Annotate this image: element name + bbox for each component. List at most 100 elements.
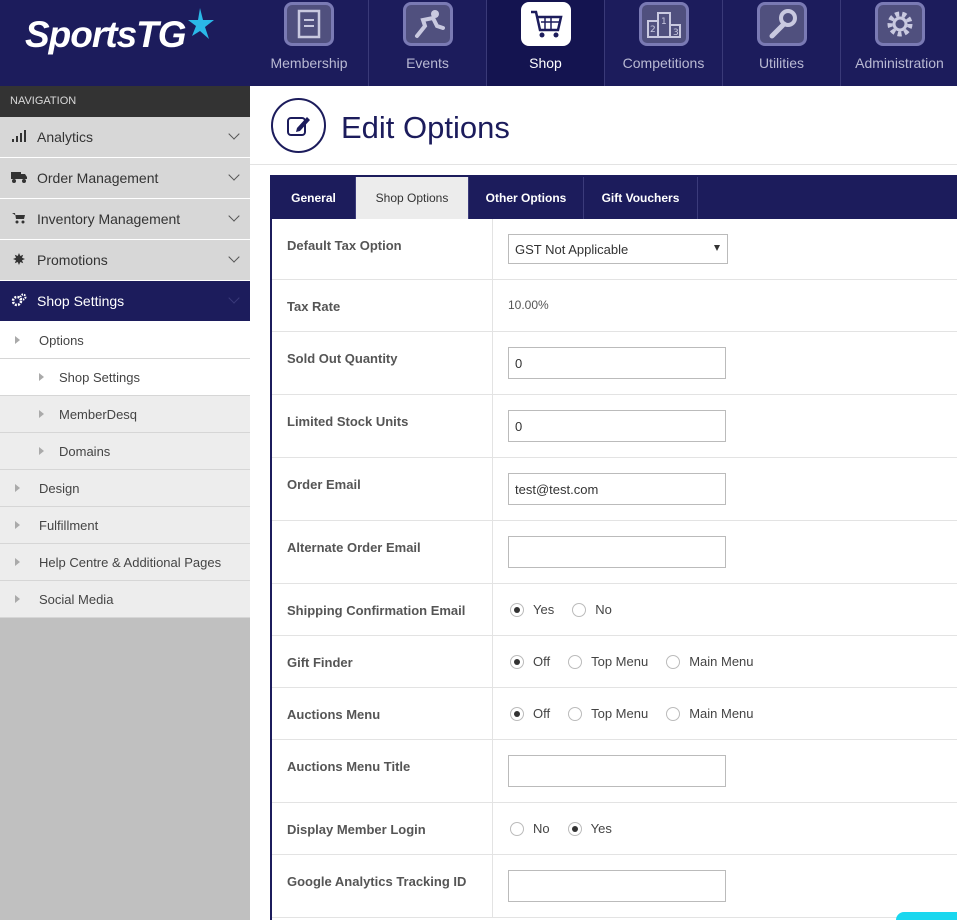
cart-icon [10, 212, 28, 227]
sidebar-sub-shop-settings[interactable]: Shop Settings [0, 359, 250, 396]
sidebar-item-analytics[interactable]: Analytics [0, 117, 250, 158]
field-label: Tax Rate [272, 280, 493, 331]
brand-logo-text: SportsTG [25, 14, 187, 55]
nav-administration-label: Administration [855, 55, 944, 71]
radio-button [572, 602, 587, 617]
radio-option[interactable]: Main Menu [666, 654, 754, 669]
radio-button [568, 706, 583, 721]
brand-logo[interactable]: SportsTG [0, 0, 250, 86]
sidebar-item-label: Inventory Management [37, 211, 181, 227]
sidebar-sub-label: Fulfillment [39, 517, 99, 533]
sidebar-sub-memberdesq[interactable]: MemberDesq [0, 396, 250, 433]
cogs-icon [10, 293, 28, 310]
sidebar-heading: NAVIGATION [0, 86, 250, 117]
order-email-input[interactable] [508, 473, 726, 505]
limited-stock-input[interactable] [508, 410, 726, 442]
shipping-confirmation-radio-group: Yes No [510, 602, 630, 617]
sidebar-item-promotions[interactable]: Promotions [0, 240, 250, 281]
radio-option[interactable]: Off [510, 706, 550, 721]
sold-out-quantity-input[interactable] [508, 347, 726, 379]
chevron-down-icon [228, 169, 240, 181]
bar-chart-icon [10, 129, 28, 145]
radio-button [510, 821, 524, 836]
radio-label: Top Menu [591, 706, 649, 721]
radio-option[interactable]: Top Menu [568, 706, 648, 721]
caret-right-icon [15, 484, 20, 492]
tab-bar: General Shop Options Other Options Gift … [272, 175, 957, 219]
form-row-limited-stock: Limited Stock Units [272, 395, 957, 458]
field-label: Auctions Menu [272, 688, 493, 739]
edit-pencil-icon [271, 98, 326, 153]
alternate-order-email-input[interactable] [508, 536, 726, 568]
field-label: Limited Stock Units [272, 395, 493, 457]
radio-option[interactable]: Yes [510, 602, 554, 617]
form-row-shipping-confirmation: Shipping Confirmation Email Yes No [272, 584, 957, 636]
default-tax-select[interactable]: GST Not Applicable [508, 234, 728, 264]
nav-membership[interactable]: Membership [250, 0, 368, 86]
nav-events[interactable]: Events [368, 0, 486, 86]
tab-other-options[interactable]: Other Options [469, 177, 584, 219]
svg-text:3: 3 [673, 28, 679, 38]
sidebar-sub-label: Design [39, 480, 80, 496]
sidebar-sub-label: Options [39, 332, 84, 348]
radio-button-selected [510, 706, 524, 721]
sidebar-sub-help-centre[interactable]: Help Centre & Additional Pages [0, 544, 250, 581]
radio-label: Off [533, 654, 551, 669]
radio-label: Off [533, 706, 551, 721]
burst-icon [10, 252, 28, 268]
radio-option[interactable]: Top Menu [568, 654, 648, 669]
caret-right-icon [15, 558, 20, 566]
caret-right-icon [39, 447, 44, 455]
form-row-alternate-order-email: Alternate Order Email [272, 521, 957, 584]
competitions-podium-icon: 12 3 [638, 2, 689, 46]
field-label: Gift Finder [272, 636, 493, 687]
chevron-down-icon [228, 292, 240, 304]
field-label: Alternate Order Email [272, 521, 493, 583]
sidebar-item-order-management[interactable]: Order Management [0, 158, 250, 199]
auctions-menu-title-input[interactable] [508, 755, 726, 787]
form-row-google-analytics: Google Analytics Tracking ID [272, 855, 957, 918]
tab-general[interactable]: General [272, 177, 356, 219]
chevron-down-icon [228, 128, 240, 140]
radio-option[interactable]: No [510, 821, 550, 836]
shop-cart-icon [520, 2, 571, 46]
nav-events-label: Events [406, 55, 449, 71]
auctions-menu-radio-group: Off Top Menu Main Menu [510, 706, 772, 721]
sidebar-sub-label: MemberDesq [59, 406, 138, 422]
sidebar-sub-fulfillment[interactable]: Fulfillment [0, 507, 250, 544]
tab-shop-options[interactable]: Shop Options [356, 177, 469, 219]
top-bar: SportsTG Membership Events Shop 123 Comp… [0, 0, 957, 86]
field-label: Default Tax Option [272, 219, 493, 279]
sidebar-sub-domains[interactable]: Domains [0, 433, 250, 470]
help-chat-button[interactable] [896, 912, 957, 920]
radio-option[interactable]: No [572, 602, 612, 617]
radio-option[interactable]: Main Menu [666, 706, 754, 721]
nav-utilities[interactable]: Utilities [722, 0, 840, 86]
sidebar-item-label: Promotions [37, 252, 108, 268]
main-content: Edit Options General Shop Options Other … [250, 86, 957, 920]
radio-option[interactable]: Yes [567, 821, 612, 836]
nav-administration[interactable]: Administration [840, 0, 957, 86]
nav-shop[interactable]: Shop [486, 0, 604, 86]
sidebar-item-inventory-management[interactable]: Inventory Management [0, 199, 250, 240]
sidebar-sub-social-media[interactable]: Social Media [0, 581, 250, 618]
options-panel: General Shop Options Other Options Gift … [270, 175, 957, 920]
tab-gift-vouchers[interactable]: Gift Vouchers [584, 177, 698, 219]
nav-utilities-label: Utilities [758, 55, 805, 71]
google-analytics-id-input[interactable] [508, 870, 726, 902]
sidebar-sub-label: Shop Settings [59, 369, 140, 385]
events-icon [402, 2, 453, 46]
form-row-auctions-menu: Auctions Menu Off Top Menu Main Menu [272, 688, 957, 740]
logo-star-icon [188, 8, 214, 39]
sidebar-sub-options[interactable]: Options [0, 322, 250, 359]
sidebar-sub-design[interactable]: Design [0, 470, 250, 507]
sidebar-item-shop-settings[interactable]: Shop Settings [0, 281, 250, 322]
sidebar-item-label: Analytics [37, 129, 94, 145]
nav-competitions-label: Competitions [622, 55, 705, 71]
radio-option[interactable]: Off [510, 654, 550, 669]
chevron-down-icon [228, 210, 240, 222]
radio-label: Yes [533, 602, 555, 617]
caret-right-icon [39, 410, 44, 418]
field-label: Display Member Login [272, 803, 493, 854]
nav-competitions[interactable]: 12 3 Competitions [604, 0, 722, 86]
